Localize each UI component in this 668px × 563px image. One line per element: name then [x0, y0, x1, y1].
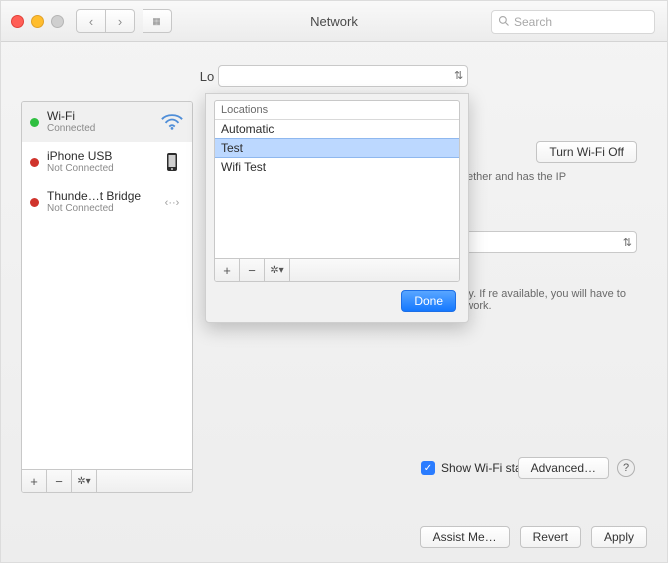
- locations-list: Locations Automatic Test Wifi Test + − ✲…: [214, 100, 460, 282]
- nav-buttons: ‹ ›: [76, 9, 135, 33]
- interface-actions-button[interactable]: ✲▾: [72, 470, 97, 492]
- sidebar-item-status: Connected: [47, 123, 152, 134]
- search-field[interactable]: Search: [491, 10, 655, 34]
- forward-button[interactable]: ›: [106, 9, 135, 33]
- search-icon: [498, 15, 510, 30]
- done-button[interactable]: Done: [401, 290, 456, 312]
- sidebar-item-text: Wi-Fi Connected: [47, 110, 152, 134]
- network-prefpane-window: ‹ › ▦ Network Search Lo ⇅: [0, 0, 668, 563]
- iphone-icon: [160, 152, 184, 172]
- titlebar: ‹ › ▦ Network Search: [1, 1, 667, 42]
- chevron-right-icon: ›: [118, 14, 122, 29]
- assist-me-button[interactable]: Assist Me…: [420, 526, 510, 548]
- checkbox-checked-icon[interactable]: ✓: [421, 461, 435, 475]
- revert-button[interactable]: Revert: [520, 526, 581, 548]
- chevron-left-icon: ‹: [89, 14, 93, 29]
- network-name-popup[interactable]: ⇅: [447, 231, 637, 253]
- content-area: Lo ⇅ Wi-Fi Connected iPhone USB: [1, 41, 667, 562]
- footer: Assist Me… Revert Apply: [1, 512, 667, 562]
- location-label: Lo: [200, 69, 214, 84]
- location-row: Lo ⇅: [1, 65, 667, 87]
- turn-wifi-off: Turn Wi-Fi Off: [536, 141, 637, 163]
- zoom-window-button[interactable]: [51, 15, 64, 28]
- search-placeholder: Search: [514, 15, 552, 29]
- gear-icon: ✲▾: [270, 265, 283, 276]
- apply-button[interactable]: Apply: [591, 526, 647, 548]
- turn-wifi-off-button[interactable]: Turn Wi-Fi Off: [536, 141, 637, 163]
- add-interface-button[interactable]: +: [22, 470, 47, 492]
- location-actions-button[interactable]: ✲▾: [265, 259, 290, 281]
- remove-location-button[interactable]: −: [240, 259, 265, 281]
- window-controls: [11, 15, 64, 28]
- thunderbolt-bridge-icon: ‹··›: [160, 194, 184, 210]
- updown-icon: ⇅: [454, 71, 463, 82]
- sidebar-item-name: Thunde…t Bridge: [47, 190, 152, 203]
- sidebar-item-status: Not Connected: [47, 203, 152, 214]
- sidebar-item-name: Wi-Fi: [47, 110, 152, 123]
- advanced-wrap: Advanced…: [518, 457, 609, 479]
- locations-editor-sheet: Locations Automatic Test Wifi Test + − ✲…: [205, 93, 469, 323]
- sidebar-item-iphone-usb[interactable]: iPhone USB Not Connected: [22, 142, 192, 182]
- status-dot-icon: [30, 158, 39, 167]
- connected-info-text: ether and has the IP: [467, 171, 637, 183]
- sidebar-item-thunderbolt-bridge[interactable]: Thunde…t Bridge Not Connected ‹··›: [22, 182, 192, 222]
- locations-header: Locations: [215, 101, 459, 120]
- sidebar-item-text: Thunde…t Bridge Not Connected: [47, 190, 152, 214]
- back-button[interactable]: ‹: [76, 9, 106, 33]
- remove-interface-button[interactable]: −: [47, 470, 72, 492]
- location-row[interactable]: Test: [215, 138, 459, 158]
- show-all-button[interactable]: ▦: [143, 9, 172, 33]
- interfaces-sidebar: Wi-Fi Connected iPhone USB Not Connected: [21, 101, 193, 493]
- grid-icon: ▦: [152, 16, 162, 27]
- sidebar-item-text: iPhone USB Not Connected: [47, 150, 152, 174]
- wifi-icon: [160, 113, 184, 131]
- location-row[interactable]: Wifi Test: [215, 158, 459, 176]
- sidebar-toolbar: + − ✲▾: [22, 469, 192, 492]
- svg-text:‹··›: ‹··›: [165, 197, 180, 209]
- locations-toolbar: + − ✲▾: [215, 258, 459, 281]
- location-popup[interactable]: ⇅: [218, 65, 468, 87]
- grid-button-group: ▦: [143, 9, 172, 33]
- advanced-button[interactable]: Advanced…: [518, 457, 609, 479]
- add-location-button[interactable]: +: [215, 259, 240, 281]
- sidebar-item-status: Not Connected: [47, 163, 152, 174]
- location-row[interactable]: Automatic: [215, 120, 459, 138]
- done-wrap: Done: [401, 290, 456, 312]
- status-dot-icon: [30, 118, 39, 127]
- sidebar-item-name: iPhone USB: [47, 150, 152, 163]
- help-icon: ?: [623, 462, 629, 474]
- close-window-button[interactable]: [11, 15, 24, 28]
- help-button[interactable]: ?: [617, 459, 635, 477]
- sidebar-item-wifi[interactable]: Wi-Fi Connected: [22, 102, 192, 142]
- updown-icon: ⇅: [623, 236, 632, 249]
- gear-icon: ✲▾: [77, 476, 90, 487]
- status-dot-icon: [30, 198, 39, 207]
- minimize-window-button[interactable]: [31, 15, 44, 28]
